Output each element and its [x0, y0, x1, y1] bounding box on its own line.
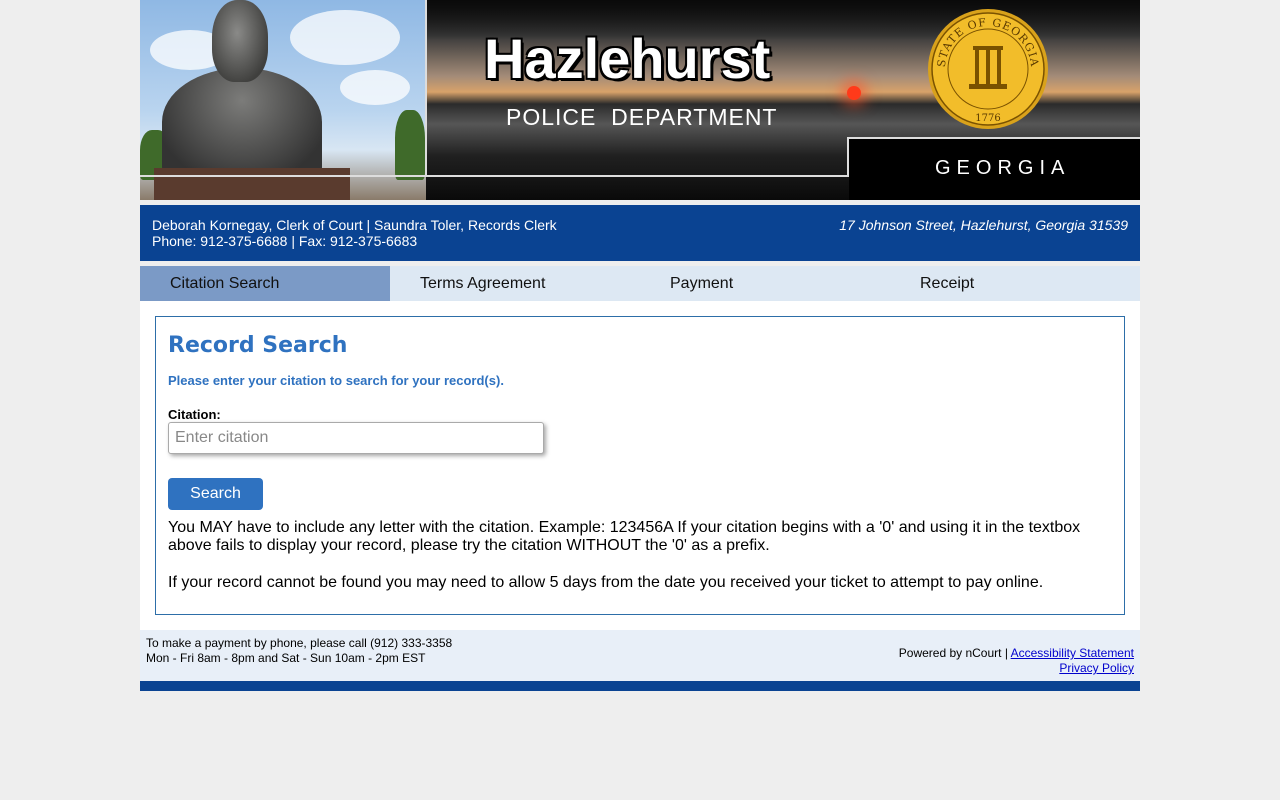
clerk-names: Deborah Kornegay, Clerk of Court | Saund…: [152, 217, 557, 233]
contact-bar: Deborah Kornegay, Clerk of Court | Saund…: [140, 205, 1140, 261]
header-banner: Hazlehurst POLICE DEPARTMENT GEORGIA STA…: [140, 0, 1140, 200]
citation-label: Citation:: [168, 407, 221, 422]
search-instruction: Please enter your citation to search for…: [168, 373, 504, 388]
main-content: Record Search Please enter your citation…: [140, 301, 1140, 630]
citation-input[interactable]: [168, 422, 544, 454]
progress-steps: Citation Search Terms Agreement Payment …: [140, 266, 1140, 301]
accessibility-statement-link[interactable]: Accessibility Statement: [1011, 646, 1134, 660]
page-wrapper: Hazlehurst POLICE DEPARTMENT GEORGIA STA…: [140, 0, 1140, 691]
search-button[interactable]: Search: [168, 478, 263, 510]
department-title: Hazlehurst: [484, 27, 771, 90]
statue-bust: [162, 68, 322, 176]
statue-pedestal: [154, 168, 350, 200]
georgia-seal-icon: STATE OF GEORGIA 1776: [928, 9, 1048, 129]
statue-head: [212, 0, 268, 82]
phone-hours-line: Mon - Fri 8am - 8pm and Sat - Sun 10am -…: [146, 651, 426, 665]
citation-help-text: You MAY have to include any letter with …: [168, 519, 1081, 554]
phone-payment-line: To make a payment by phone, please call …: [146, 636, 453, 650]
footer-bottom-bar: [140, 681, 1140, 691]
record-search-card: Record Search Please enter your citation…: [155, 316, 1125, 615]
record-search-heading: Record Search: [168, 333, 348, 358]
phone-payment-info: To make a payment by phone, please call …: [146, 636, 452, 666]
svg-text:1776: 1776: [975, 113, 1000, 124]
phone-fax: Phone: 912-375-6688 | Fax: 912-375-6683: [152, 233, 418, 249]
step-citation-search: Citation Search: [140, 266, 390, 301]
department-subtitle: POLICE DEPARTMENT: [506, 104, 778, 130]
footer-links: Powered by nCourt | Accessibility Statem…: [899, 646, 1134, 676]
step-terms-agreement: Terms Agreement: [420, 275, 546, 292]
sun: [847, 86, 861, 100]
office-address: 17 Johnson Street, Hazlehurst, Georgia 3…: [839, 217, 1128, 233]
step-receipt: Receipt: [920, 275, 975, 292]
sky-photo: [140, 0, 426, 200]
powered-by-text: Powered by nCourt |: [898, 646, 1008, 660]
footer: To make a payment by phone, please call …: [140, 630, 1140, 681]
record-delay-notice: If your record cannot be found you may n…: [168, 574, 1044, 591]
privacy-policy-link[interactable]: Privacy Policy: [1059, 661, 1134, 675]
state-name: GEORGIA: [935, 157, 1071, 179]
clerk-info: Deborah Kornegay, Clerk of Court | Saund…: [152, 217, 557, 249]
step-payment: Payment: [670, 275, 734, 292]
